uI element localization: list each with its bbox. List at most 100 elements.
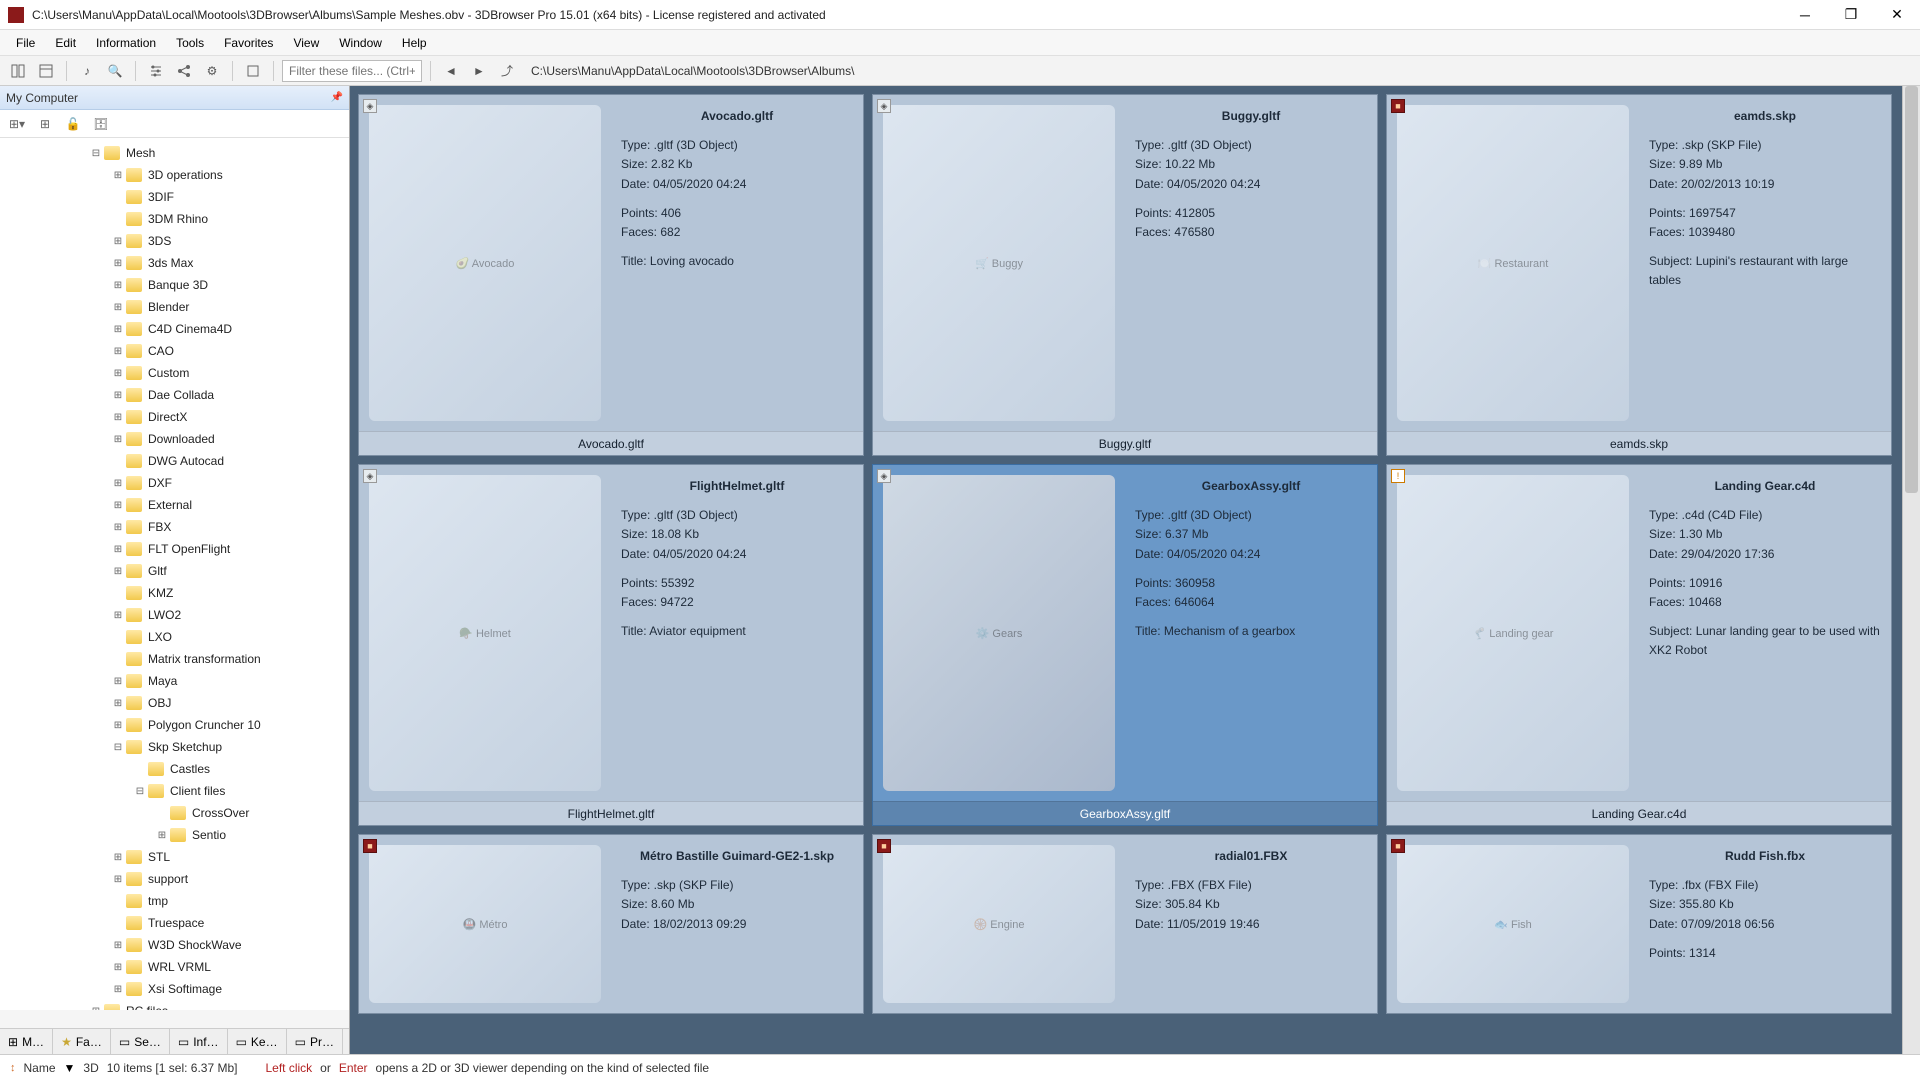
tree-node[interactable]: ⊞Xsi Softimage (0, 978, 349, 1000)
tree-toggle-icon[interactable]: ⊞ (112, 302, 124, 313)
tree-node[interactable]: ⊞External (0, 494, 349, 516)
tree-node[interactable]: ⊞DirectX (0, 406, 349, 428)
tree-node[interactable]: tmp (0, 890, 349, 912)
music-icon[interactable]: ♪ (75, 59, 99, 83)
sidebar-tab[interactable]: ▭Inf… (170, 1029, 228, 1054)
tree-toggle-icon[interactable]: ⊞ (112, 346, 124, 357)
thumbnail-card[interactable]: ◈⚙️ GearsGearboxAssy.gltfType: .gltf (3D… (872, 464, 1378, 826)
tree-toggle-icon[interactable]: ⊞ (112, 368, 124, 379)
sidebar-tab[interactable]: ▭Pr… (287, 1029, 343, 1054)
tree-node[interactable]: ⊞Banque 3D (0, 274, 349, 296)
tree-toggle-icon[interactable]: ⊟ (90, 148, 102, 159)
share-icon[interactable] (172, 59, 196, 83)
tree-node[interactable]: ⊞DXF (0, 472, 349, 494)
thumbnail-card[interactable]: !🦿 Landing gearLanding Gear.c4dType: .c4… (1386, 464, 1892, 826)
lock-icon[interactable]: 🔓 (64, 115, 82, 133)
thumbnail-card[interactable]: ■🚇 MétroMétro Bastille Guimard-GE2-1.skp… (358, 834, 864, 1014)
minimize-button[interactable]: ─ (1782, 0, 1828, 30)
menu-help[interactable]: Help (392, 32, 437, 54)
tree-toggle-icon[interactable]: ⊞ (112, 852, 124, 863)
tree-node[interactable]: ⊞WRL VRML (0, 956, 349, 978)
tree-toggle-icon[interactable]: ⊞ (112, 720, 124, 731)
tree-node[interactable]: ⊞OBJ (0, 692, 349, 714)
tree-node[interactable]: ⊞3DS (0, 230, 349, 252)
tree-toggle-icon[interactable]: ⊞ (112, 500, 124, 511)
pin-icon[interactable]: 📌 (331, 92, 343, 103)
tree-node[interactable]: ⊟Mesh (0, 142, 349, 164)
tree-toggle-icon[interactable]: ⊟ (112, 742, 124, 753)
menu-edit[interactable]: Edit (45, 32, 86, 54)
tree-node[interactable]: ⊞Maya (0, 670, 349, 692)
tree-node[interactable]: ⊞3ds Max (0, 252, 349, 274)
tree-toggle-icon[interactable]: ⊞ (112, 874, 124, 885)
tree-node[interactable]: 3DM Rhino (0, 208, 349, 230)
tree-toggle-icon[interactable]: ⊞ (112, 258, 124, 269)
tree-node[interactable]: ⊞RC files (0, 1000, 349, 1010)
menu-information[interactable]: Information (86, 32, 166, 54)
menu-window[interactable]: Window (329, 32, 392, 54)
tree-node[interactable]: ⊟Skp Sketchup (0, 736, 349, 758)
tree-toggle-icon[interactable]: ⊞ (112, 236, 124, 247)
tree-toggle-icon[interactable]: ⊞ (156, 830, 168, 841)
tree-toggle-icon[interactable]: ⊞ (112, 962, 124, 973)
tree-toggle-icon[interactable]: ⊞ (112, 390, 124, 401)
tree-node[interactable]: ⊞Blender (0, 296, 349, 318)
tree-toggle-icon[interactable]: ⊞ (112, 478, 124, 489)
gear-icon[interactable]: ⚙ (200, 59, 224, 83)
sidebar-tab[interactable]: ⊞M… (0, 1029, 53, 1054)
sidebar-tab[interactable]: ★Fa… (53, 1029, 111, 1054)
tree-toggle-icon[interactable]: ⊞ (112, 412, 124, 423)
sidebar-tab[interactable]: ▭Se… (111, 1029, 170, 1054)
thumbnail-card[interactable]: ◈🛒 BuggyBuggy.gltfType: .gltf (3D Object… (872, 94, 1378, 456)
tree-node[interactable]: ⊞Sentio (0, 824, 349, 846)
up-folder-button[interactable]: ⤴ (495, 59, 519, 83)
tree-node[interactable]: Matrix transformation (0, 648, 349, 670)
tree-node[interactable]: CrossOver (0, 802, 349, 824)
tree-node[interactable]: ⊞W3D ShockWave (0, 934, 349, 956)
menu-file[interactable]: File (6, 32, 45, 54)
forward-button[interactable]: ► (467, 59, 491, 83)
tree-node[interactable]: DWG Autocad (0, 450, 349, 472)
tree-toggle-icon[interactable]: ⊞ (112, 940, 124, 951)
tree-node[interactable]: Truespace (0, 912, 349, 934)
folder-tree[interactable]: ⊟Mesh⊞3D operations3DIF3DM Rhino⊞3DS⊞3ds… (0, 138, 349, 1010)
menu-tools[interactable]: Tools (166, 32, 214, 54)
tree-node[interactable]: ⊞FLT OpenFlight (0, 538, 349, 560)
thumbnail-card[interactable]: ■🛞 Engineradial01.FBXType: .FBX (FBX Fil… (872, 834, 1378, 1014)
menu-view[interactable]: View (283, 32, 329, 54)
tree-node[interactable]: ⊞Polygon Cruncher 10 (0, 714, 349, 736)
tree-node[interactable]: LXO (0, 626, 349, 648)
tree-toggle-icon[interactable]: ⊟ (134, 786, 146, 797)
drives-icon[interactable]: 🗄 (92, 115, 110, 133)
menu-favorites[interactable]: Favorites (214, 32, 283, 54)
thumbnail-card[interactable]: ■🐟 FishRudd Fish.fbxType: .fbx (FBX File… (1386, 834, 1892, 1014)
back-button[interactable]: ◄ (439, 59, 463, 83)
tree-node[interactable]: KMZ (0, 582, 349, 604)
tree-toggle-icon[interactable]: ⊞ (112, 522, 124, 533)
tree-node[interactable]: ⊞STL (0, 846, 349, 868)
tree-toggle-icon[interactable]: ⊞ (112, 324, 124, 335)
tree-node[interactable]: 3DIF (0, 186, 349, 208)
tree-toggle-icon[interactable]: ⊞ (112, 566, 124, 577)
layout-icon[interactable] (6, 59, 30, 83)
close-button[interactable]: ✕ (1874, 0, 1920, 30)
sidebar-tab[interactable]: ▭Ke… (228, 1029, 287, 1054)
tree-node[interactable]: ⊟Client files (0, 780, 349, 802)
tree-toggle-icon[interactable]: ⊞ (112, 544, 124, 555)
sliders-icon[interactable] (144, 59, 168, 83)
tree-node[interactable]: ⊞FBX (0, 516, 349, 538)
tree-toggle-icon[interactable]: ⊞ (112, 170, 124, 181)
tree-toggle-icon[interactable]: ⊞ (112, 676, 124, 687)
thumbnail-card[interactable]: ◈🪖 HelmetFlightHelmet.gltfType: .gltf (3… (358, 464, 864, 826)
fullscreen-icon[interactable] (241, 59, 265, 83)
tree-node[interactable]: ⊞Custom (0, 362, 349, 384)
thumbnail-card[interactable]: ◈🥑 AvocadoAvocado.gltfType: .gltf (3D Ob… (358, 94, 864, 456)
tree-node[interactable]: ⊞Dae Collada (0, 384, 349, 406)
thumbnail-card[interactable]: ■🍽️ Restauranteamds.skpType: .skp (SKP F… (1386, 94, 1892, 456)
tree-node[interactable]: ⊞3D operations (0, 164, 349, 186)
panel-icon[interactable] (34, 59, 58, 83)
tree-toggle-icon[interactable]: ⊞ (112, 698, 124, 709)
tree-node[interactable]: ⊞LWO2 (0, 604, 349, 626)
expand-icon[interactable]: ⊞ (36, 115, 54, 133)
tree-toggle-icon[interactable]: ⊞ (112, 280, 124, 291)
